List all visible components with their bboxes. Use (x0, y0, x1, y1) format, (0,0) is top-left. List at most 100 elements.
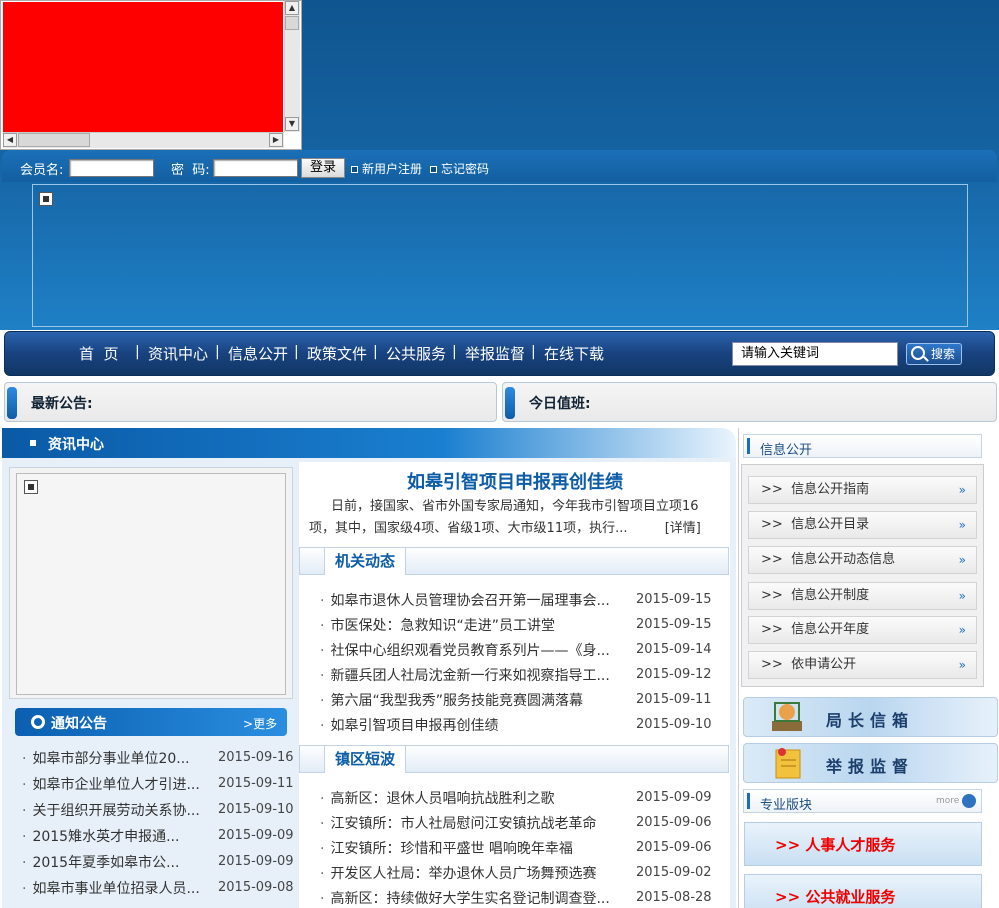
town-news-tab[interactable]: 镇区短波 (324, 745, 407, 773)
nav-download[interactable]: 在线下载 (544, 343, 604, 364)
search-button[interactable]: 搜索 (906, 343, 962, 365)
info-public-item-label[interactable]: 信息公开制度 (791, 588, 869, 603)
member-label: 会员名: (20, 163, 64, 178)
forgot-password-link[interactable]: 忘记密码 (430, 160, 489, 177)
list-date: 2015-09-12 (636, 667, 712, 682)
info-public-item[interactable]: >> 信息公开指南» (748, 476, 977, 504)
agency-news-header: 机关动态 (299, 547, 729, 575)
special-section-title: 专业版块 (760, 798, 813, 813)
info-public-item-label[interactable]: 依申请公开 (791, 657, 856, 672)
list-date: 2015-09-09 (218, 828, 294, 843)
report-label[interactable]: 举报监督 (826, 753, 914, 777)
news-center-title: 资讯中心 (48, 437, 104, 453)
list-date: 2015-09-11 (218, 776, 294, 791)
list-date: 2015-09-09 (218, 854, 294, 869)
nav-report[interactable]: 举报监督 (465, 343, 525, 364)
register-link-text[interactable]: 新用户注册 (362, 162, 422, 176)
headline-link[interactable]: 如皋引智项目申报再创佳绩 (300, 468, 730, 494)
info-public-item[interactable]: >> 信息公开年度» (748, 616, 977, 644)
list-item[interactable]: 新疆兵团人社局沈金新一行来如视察指导工... (320, 665, 620, 685)
list-date: 2015-09-14 (636, 642, 712, 657)
headline-summary: 日前，接国家、省市外国专家局通知，今年我市引智项目立项16项，其中，国家级4项、… (309, 496, 724, 540)
list-date: 2015-09-11 (636, 692, 712, 707)
login-button[interactable]: 登录 (301, 158, 345, 178)
password-input[interactable] (213, 159, 298, 177)
more-label[interactable]: 更多 (253, 717, 277, 731)
list-date: 2015-09-02 (636, 865, 712, 880)
list-item[interactable]: 社保中心组织观看党员教育系列片——《身... (320, 640, 620, 660)
list-item[interactable]: 市医保处：急救知识“走进”员工讲堂 (320, 615, 620, 635)
arrow-right-icon[interactable] (962, 794, 976, 808)
scroll-left-icon[interactable]: ◀ (3, 133, 17, 147)
list-date: 2015-09-15 (636, 592, 712, 607)
list-item[interactable]: 江安镇所：珍惜和平盛世 唱响晚年幸福 (320, 838, 620, 858)
special-more-label[interactable]: more (936, 796, 959, 806)
info-public-item-label[interactable]: 信息公开动态信息 (791, 552, 895, 567)
scroll-thumb[interactable] (285, 16, 299, 30)
nav-separator: | (531, 344, 536, 360)
nav-info-public[interactable]: 信息公开 (228, 343, 288, 364)
list-item[interactable]: 如皋市事业单位招录人员... (22, 878, 204, 898)
nav-news-center[interactable]: 资讯中心 (148, 343, 208, 364)
person-icon (772, 702, 802, 731)
list-item[interactable]: 高新区：退休人员唱响抗战胜利之歌 (320, 788, 620, 808)
list-item[interactable]: 2015雉水英才申报通... (22, 826, 204, 846)
forgot-password-text[interactable]: 忘记密码 (441, 162, 489, 176)
list-item[interactable]: 开发区人社局：举办退休人员广场舞预选赛 (320, 863, 620, 883)
list-date: 2015-09-10 (636, 717, 712, 732)
info-public-item[interactable]: >> 信息公开动态信息» (748, 546, 977, 574)
employment-service-label[interactable]: >> 公共就业服务 (775, 886, 895, 907)
scroll-down-icon[interactable]: ▼ (285, 117, 299, 131)
broken-image-icon (39, 192, 53, 206)
scroll-thumb-h[interactable] (18, 133, 90, 147)
list-item[interactable]: 如皋市退休人员管理协会召开第一届理事会... (320, 590, 620, 610)
announcements-title: 通知公告 (51, 716, 107, 732)
horizontal-scrollbar[interactable]: ◀ ▶ (3, 132, 284, 148)
hr-service-label[interactable]: >> 人事人才服务 (775, 834, 895, 855)
hr-service-button[interactable]: >> 人事人才服务 (744, 822, 982, 866)
report-button[interactable]: 举报监督 (743, 743, 998, 783)
duty-tab-marker (505, 387, 515, 419)
nav-public-service[interactable]: 公共服务 (386, 343, 446, 364)
list-date: 2015-09-10 (218, 802, 294, 817)
vertical-scrollbar[interactable]: ▲ ▼ (284, 1, 300, 132)
info-public-item[interactable]: >> 依申请公开» (748, 651, 977, 679)
latest-notice-label: 最新公告: (31, 396, 93, 412)
info-public-item-label[interactable]: 信息公开指南 (791, 482, 869, 497)
nav-separator: | (135, 344, 140, 360)
photo-slideshow[interactable] (16, 473, 286, 695)
list-item[interactable]: 江安镇所：市人社局慰问江安镇抗战老革命 (320, 813, 620, 833)
director-mailbox-button[interactable]: 局长信箱 (743, 697, 998, 737)
employment-service-button[interactable]: >> 公共就业服务 (744, 874, 982, 908)
list-item[interactable]: 2015年夏季如皋市公... (22, 852, 204, 872)
special-section-header: 专业版块 more (743, 789, 982, 813)
list-date: 2015-09-15 (636, 617, 712, 632)
list-item[interactable]: 第六届“我型我秀”服务技能竞赛圆满落幕 (320, 690, 620, 710)
list-item[interactable]: 高新区：持续做好大学生实名登记制调查登... (320, 888, 620, 908)
flash-placeholder (3, 2, 283, 132)
list-item[interactable]: 如皋市部分事业单位20... (22, 748, 204, 768)
nav-policy[interactable]: 政策文件 (307, 343, 367, 364)
summary-text: 日前，接国家、省市外国专家局通知，今年我市引智项目立项16项，其中，国家级4项、… (309, 499, 699, 536)
register-link[interactable]: 新用户注册 (351, 160, 422, 177)
list-date: 2015-09-06 (636, 840, 712, 855)
info-public-item-label[interactable]: 信息公开目录 (791, 517, 869, 532)
detail-link[interactable]: [详情] (665, 521, 701, 536)
director-mailbox-label[interactable]: 局长信箱 (826, 707, 914, 731)
list-item[interactable]: 关于组织开展劳动关系协... (22, 800, 204, 820)
list-item[interactable]: 如皋市企业单位人才引进... (22, 774, 204, 794)
search-input[interactable]: 请输入关键词 (732, 342, 898, 366)
nav-home[interactable]: 首 页 (79, 343, 119, 364)
scroll-up-icon[interactable]: ▲ (285, 1, 299, 15)
info-public-item-label[interactable]: 信息公开年度 (791, 622, 869, 637)
info-public-item[interactable]: >> 信息公开制度» (748, 582, 977, 610)
banner-area (32, 184, 968, 327)
bullet-icon (430, 166, 437, 173)
list-item[interactable]: 如皋引智项目申报再创佳绩 (320, 715, 620, 735)
agency-news-tab[interactable]: 机关动态 (324, 547, 407, 575)
member-name-input[interactable] (69, 159, 154, 177)
scroll-right-icon[interactable]: ▶ (269, 133, 283, 147)
announcements-more-link[interactable]: >更多 (243, 715, 277, 732)
info-public-item[interactable]: >> 信息公开目录» (748, 511, 977, 539)
list-date: 2015-09-09 (636, 790, 712, 805)
